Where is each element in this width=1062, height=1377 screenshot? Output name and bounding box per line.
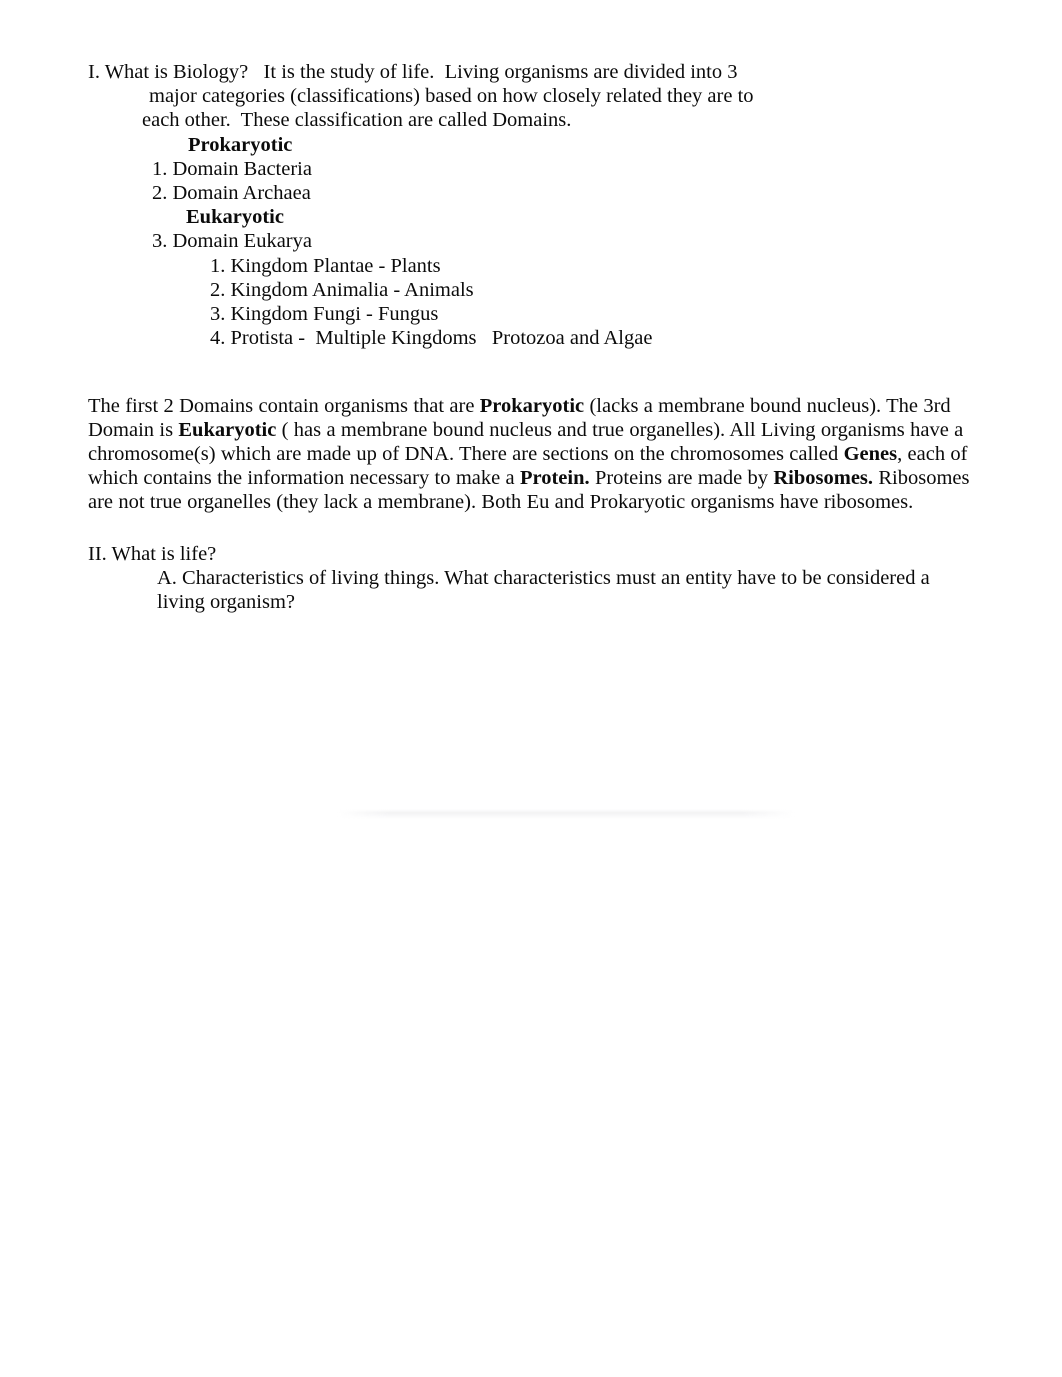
kingdom-item-animalia: 2. Kingdom Animalia - Animals <box>210 278 474 301</box>
section-two-item-a: A. Characteristics of living things. Wha… <box>157 567 930 614</box>
eukaryotic-heading: Eukaryotic <box>186 206 284 229</box>
prokaryotic-heading: Prokaryotic <box>188 133 293 156</box>
domain-item-bacteria: 1. Domain Bacteria <box>152 157 312 180</box>
term-ribosomes: Ribosomes. <box>773 467 874 490</box>
paragraph-text-5: Proteins are made by <box>589 467 774 490</box>
section-two-heading: II. What is life? <box>88 543 217 565</box>
term-genes: Genes <box>843 442 898 465</box>
section-one-outline: I. What is Biology? It is the study of l… <box>0 60 1062 350</box>
term-prokaryotic: Prokaryotic <box>479 394 585 417</box>
term-eukaryotic: Eukaryotic <box>178 418 277 441</box>
domain-item-eukarya: 3. Domain Eukarya <box>152 230 312 253</box>
outline-line-3: each other. These classification are cal… <box>142 109 572 132</box>
outline-line-2: major categories (classifications) based… <box>149 85 754 108</box>
section-two-outline: II. What is life? A. Characteristics of … <box>0 542 1062 615</box>
kingdom-item-protista: 4. Protista - Multiple Kingdoms Protozoa… <box>210 327 653 350</box>
kingdom-item-plantae: 1. Kingdom Plantae - Plants <box>210 254 441 277</box>
outline-line-1: I. What is Biology? It is the study of l… <box>88 61 738 83</box>
domain-item-archaea: 2. Domain Archaea <box>152 182 311 205</box>
document-page: I. What is Biology? It is the study of l… <box>0 0 1062 1377</box>
body-paragraph: The first 2 Domains contain organisms th… <box>88 394 974 515</box>
kingdom-item-fungi: 3. Kingdom Fungi - Fungus <box>210 303 439 326</box>
page-break-shadow <box>337 809 795 819</box>
term-protein: Protein. <box>519 467 590 490</box>
paragraph-text-1: The first 2 Domains contain organisms th… <box>88 394 480 417</box>
